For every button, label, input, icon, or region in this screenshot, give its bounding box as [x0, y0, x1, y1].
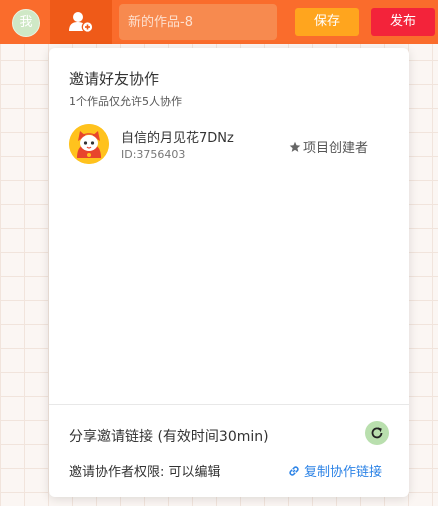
refresh-link-button[interactable] [365, 421, 389, 445]
member-name: 自信的月见花7DNz [121, 131, 234, 146]
member-avatar [69, 124, 109, 164]
member-role-badge: 项目创建者 [289, 137, 368, 156]
member-role-label: 项目创建者 [303, 141, 369, 156]
permission-label: 邀请协作者权限: 可以编辑 [69, 465, 221, 480]
link-icon [289, 465, 299, 476]
publish-button[interactable]: 发布 [371, 8, 435, 36]
save-button[interactable]: 保存 [295, 8, 359, 36]
add-user-icon [69, 12, 94, 33]
panel-title: 邀请好友协作 [69, 70, 160, 88]
refresh-icon [371, 427, 383, 439]
user-avatar[interactable]: 我 [12, 9, 40, 37]
cartoon-avatar-icon [69, 124, 109, 164]
panel-subtitle: 1个作品仅允许5人协作 [69, 95, 182, 108]
member-id: ID:3756403 [121, 148, 186, 161]
collaborate-button[interactable] [50, 0, 112, 44]
share-link-title: 分享邀请链接 (有效时间30min) [69, 429, 269, 445]
copy-link-label: 复制协作链接 [304, 465, 383, 480]
top-toolbar: 我 保存 发布 [0, 0, 438, 44]
invite-collaborators-panel: 邀请好友协作 1个作品仅允许5人协作 自信的月见花7DNz ID:3756403… [49, 48, 409, 497]
star-icon [289, 141, 301, 152]
copy-link-button[interactable]: 复制协作链接 [287, 461, 382, 480]
work-title-input[interactable] [119, 4, 277, 40]
divider [49, 404, 409, 405]
